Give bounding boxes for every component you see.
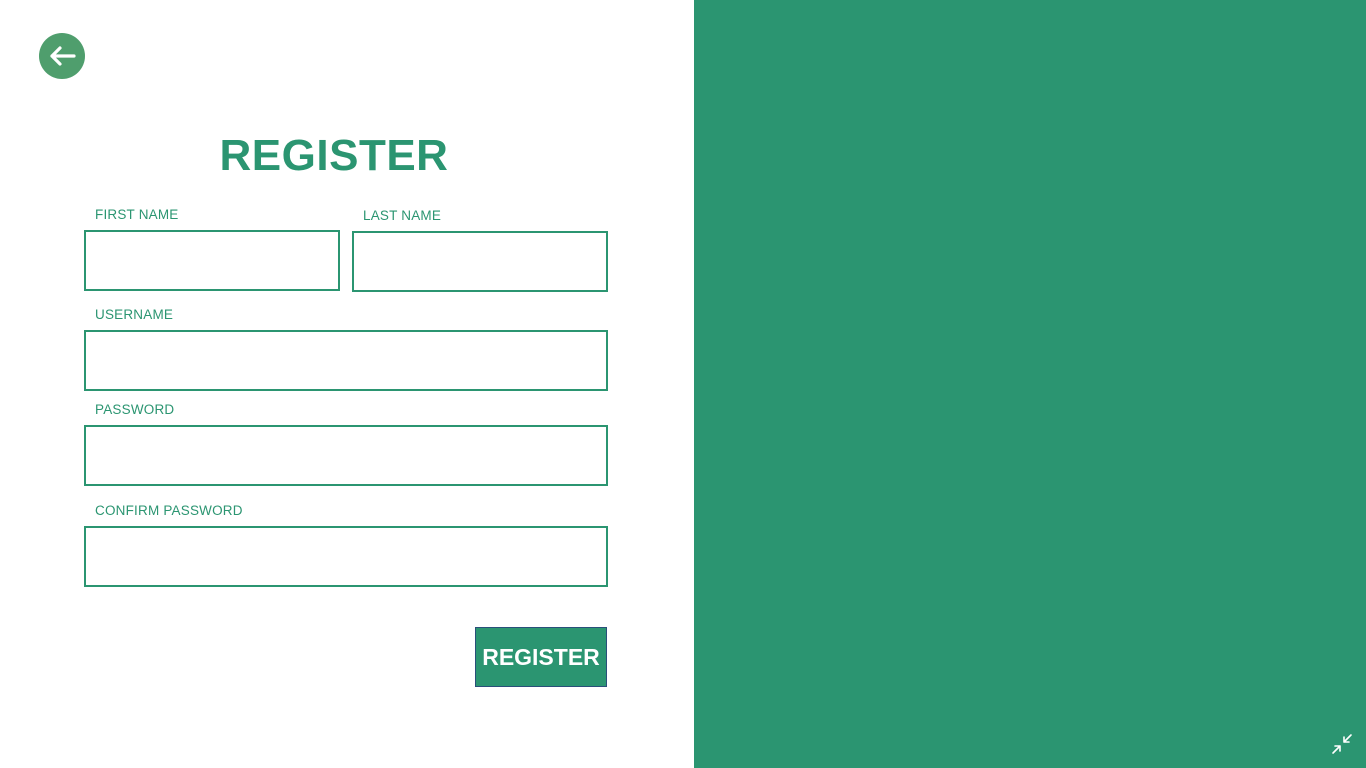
confirm-password-field[interactable] <box>84 526 608 587</box>
password-label: PASSWORD <box>95 402 175 417</box>
username-field[interactable] <box>84 330 608 391</box>
restore-button[interactable] <box>1328 731 1356 757</box>
username-label: USERNAME <box>95 307 174 322</box>
register-panel: REGISTER FIRST NAME LAST NAME USERNAME P… <box>0 0 694 768</box>
last-name-field[interactable] <box>352 231 608 292</box>
first-name-field[interactable] <box>84 230 340 291</box>
confirm-password-label: CONFIRM PASSWORD <box>95 503 243 518</box>
password-field[interactable] <box>84 425 608 486</box>
side-panel <box>694 0 1366 768</box>
first-name-label: FIRST NAME <box>95 207 179 222</box>
arrow-left-icon <box>50 46 76 66</box>
collapse-arrows-icon <box>1332 734 1352 754</box>
register-button[interactable]: REGISTER <box>475 627 607 687</box>
back-button[interactable] <box>39 33 85 79</box>
last-name-label: LAST NAME <box>363 208 442 223</box>
page-title: REGISTER <box>219 131 449 180</box>
